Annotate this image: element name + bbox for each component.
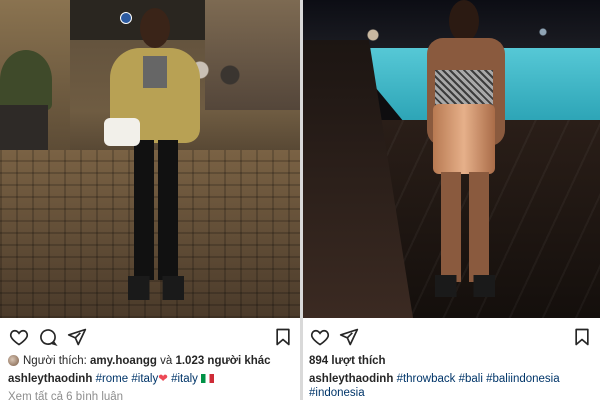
likes-count-text: 894 lượt thích bbox=[309, 355, 386, 367]
hashtag-throwback[interactable]: #throwback bbox=[397, 373, 456, 385]
hashtag-rome[interactable]: #rome bbox=[96, 373, 129, 385]
hashtag-italy-2[interactable]: #italy bbox=[171, 373, 198, 385]
caption-line-2: #indonesia bbox=[309, 386, 594, 400]
woman-figure bbox=[421, 0, 511, 310]
likes-count[interactable]: 894 lượt thích bbox=[309, 354, 594, 369]
paper-plane-icon[interactable] bbox=[66, 326, 88, 348]
mesh-top bbox=[435, 70, 493, 106]
likes-prefix: Người thích: bbox=[23, 355, 91, 367]
italy-flag-icon bbox=[201, 374, 215, 383]
post-right: 894 lượt thích ashleythaodinh #throwback… bbox=[303, 0, 600, 400]
likes-line: Người thích: amy.hoangg và 1.023 người k… bbox=[8, 354, 294, 369]
hashtag-italy[interactable]: #italy bbox=[131, 373, 158, 385]
likes-and: và bbox=[156, 355, 176, 367]
post-photo-pool[interactable] bbox=[303, 0, 600, 318]
leather-pants bbox=[134, 140, 178, 280]
paper-plane-icon[interactable] bbox=[338, 326, 360, 348]
red-heart-icon: ❤ bbox=[158, 373, 168, 385]
woman-figure bbox=[104, 8, 200, 308]
caption: ashleythaodinh #throwback #bali #baliind… bbox=[309, 372, 594, 387]
potted-plant bbox=[0, 50, 52, 110]
caption-username[interactable]: ashleythaodinh bbox=[309, 373, 393, 385]
liker-username[interactable]: amy.hoangg bbox=[90, 355, 157, 367]
hashtag-indonesia[interactable]: #indonesia bbox=[309, 387, 365, 399]
bookmark-icon[interactable] bbox=[571, 326, 593, 348]
post-left: Người thích: amy.hoangg và 1.023 người k… bbox=[0, 0, 300, 400]
action-bar bbox=[303, 326, 600, 350]
hair bbox=[449, 0, 479, 42]
post-photo-rome[interactable] bbox=[0, 0, 300, 318]
heels bbox=[128, 276, 184, 300]
top bbox=[143, 56, 167, 88]
heels bbox=[435, 275, 495, 297]
likes-others[interactable]: 1.023 người khác bbox=[175, 355, 270, 367]
action-bar bbox=[0, 326, 300, 350]
instagram-post-comparison: Người thích: amy.hoangg và 1.023 người k… bbox=[0, 0, 600, 400]
caption-username[interactable]: ashleythaodinh bbox=[8, 373, 92, 385]
metallic-skirt bbox=[433, 104, 495, 174]
legs bbox=[441, 172, 489, 282]
hair bbox=[140, 8, 170, 48]
heart-outline-icon[interactable] bbox=[309, 326, 331, 348]
hashtag-baliindonesia[interactable]: #baliindonesia bbox=[486, 373, 560, 385]
caption: ashleythaodinh #rome #italy❤ #italy bbox=[8, 372, 294, 387]
white-handbag bbox=[104, 118, 140, 146]
comment-bubble-icon[interactable] bbox=[37, 326, 59, 348]
hashtag-bali[interactable]: #bali bbox=[459, 373, 483, 385]
heart-outline-icon[interactable] bbox=[8, 326, 30, 348]
view-comments-link[interactable]: Xem tất cả 6 bình luận bbox=[8, 390, 294, 400]
avatar bbox=[8, 355, 19, 366]
bookmark-icon[interactable] bbox=[272, 326, 294, 348]
